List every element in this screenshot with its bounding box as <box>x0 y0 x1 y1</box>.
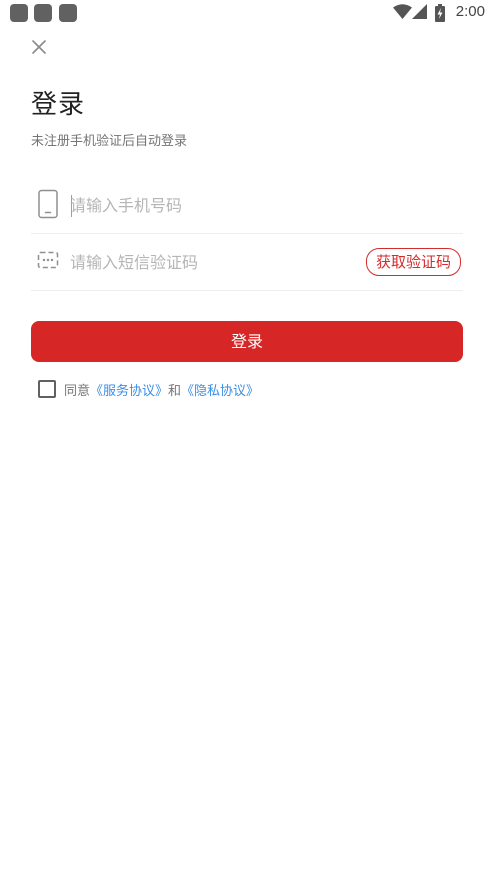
status-bar: 2:00 <box>0 0 494 26</box>
code-input[interactable] <box>70 234 330 290</box>
app-notification-icon <box>10 4 28 22</box>
code-field-row: 获取验证码 <box>31 234 463 291</box>
status-time: 2:00 <box>455 3 485 20</box>
service-agreement-link[interactable]: 《服务协议》 <box>90 380 168 399</box>
app-notification-icon <box>34 4 52 22</box>
page-title: 登录 <box>31 90 86 120</box>
wifi-icon <box>393 4 412 19</box>
phone-field-row <box>31 177 463 234</box>
privacy-agreement-link[interactable]: 《隐私协议》 <box>181 380 259 399</box>
phone-icon <box>38 189 58 219</box>
get-code-button[interactable]: 获取验证码 <box>365 248 461 276</box>
message-icon <box>37 251 59 269</box>
app-notification-icon <box>59 4 77 22</box>
phone-input[interactable] <box>70 177 330 233</box>
agreement-row: 同意 《服务协议》 和 《隐私协议》 <box>38 379 259 399</box>
agreement-conjunction: 和 <box>168 383 182 399</box>
agreement-checkbox[interactable] <box>38 380 56 398</box>
close-icon <box>32 40 46 54</box>
battery-charging-icon <box>435 4 445 22</box>
page-subtitle: 未注册手机验证后自动登录 <box>31 134 188 149</box>
login-button[interactable]: 登录 <box>31 321 463 362</box>
signal-icon <box>412 4 427 19</box>
agreement-prefix: 同意 <box>64 383 91 399</box>
close-button[interactable] <box>30 38 48 56</box>
